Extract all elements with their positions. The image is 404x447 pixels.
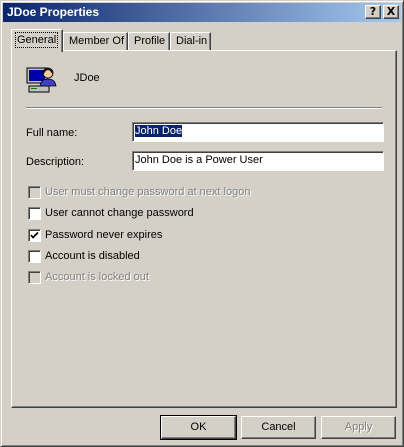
separator [26,107,382,109]
tab-member-of[interactable]: Member Of [63,32,128,51]
tab-dial-in[interactable]: Dial-in [170,32,211,51]
checkbox-box[interactable] [28,229,41,242]
tab-profile[interactable]: Profile [128,32,170,51]
tab-dial-in-label: Dial-in [176,35,208,47]
window-title: JDoe Properties [7,5,100,19]
checkbox-box[interactable] [28,207,41,220]
close-button[interactable]: X [383,5,399,19]
tab-general-label: General [14,32,59,48]
tab-panel-general: JDoe Full name: John Doe Description: Jo… [11,50,397,408]
checkmark-icon [30,231,39,239]
checkbox-box[interactable] [28,250,41,263]
properties-dialog: JDoe Properties ? X General Member Of Pr… [0,0,404,447]
full-name-value: John Doe [135,125,183,137]
tab-general[interactable]: General [11,29,63,52]
tab-profile-label: Profile [134,35,166,47]
description-value: John Doe is a Power User [135,154,263,166]
apply-button: Apply [321,416,396,439]
tab-member-of-label: Member Of [69,35,125,47]
checkbox-box [28,186,41,199]
checkbox-label: User cannot change password [45,207,194,219]
ok-button[interactable]: OK [160,415,237,440]
checkbox-label: Account is locked out [45,271,149,283]
checkbox-label: Password never expires [45,229,163,241]
description-label: Description: [26,156,85,168]
full-name-label: Full name: [26,127,78,139]
checkbox-box [28,271,41,284]
cancel-button[interactable]: Cancel [241,416,316,439]
description-field[interactable]: John Doe is a Power User [132,151,384,171]
title-bar[interactable]: JDoe Properties ? X [3,3,401,22]
user-computer-icon [26,67,57,93]
checkbox-label: User must change password at next logon [45,186,251,198]
checkbox-label: Account is disabled [45,250,140,262]
help-button[interactable]: ? [365,5,381,19]
username-label: JDoe [74,72,100,84]
full-name-field[interactable]: John Doe [132,122,384,142]
